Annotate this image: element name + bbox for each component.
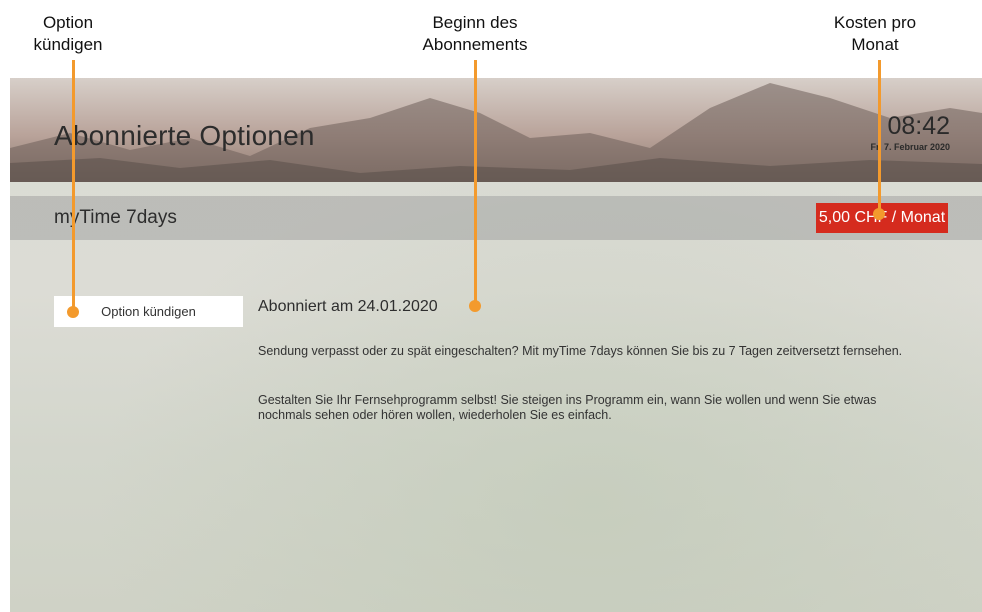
header-banner: Abonnierte Optionen 08:42 Fr, 7. Februar…	[10, 78, 982, 182]
clock-date: Fr, 7. Februar 2020	[870, 142, 950, 152]
annotation-dot-start	[469, 300, 481, 312]
cancel-option-button[interactable]: Option kündigen	[54, 296, 243, 327]
description-paragraph: Gestalten Sie Ihr Fernsehprogramm selbst…	[258, 393, 877, 422]
annotation-monthly-cost: Kosten pro Monat	[833, 13, 917, 54]
annotation-line-start	[474, 60, 477, 306]
annotation-cancel-option: Option kündigen	[33, 13, 103, 54]
subscription-row[interactable]: myTime 7days 5,00 CHF / Monat	[10, 196, 982, 240]
page-title: Abonnierte Optionen	[54, 120, 315, 151]
annotation-subscription-start: Beginn des Abonnements	[422, 13, 528, 54]
annotation-line-cancel	[72, 60, 75, 312]
annotation-dot-cancel	[67, 306, 79, 318]
annotation-line-cost	[878, 60, 881, 214]
subscription-date: Abonniert am 24.01.2020	[258, 298, 438, 315]
description-paragraph: Sendung verpasst oder zu spät eingeschal…	[258, 344, 903, 358]
tv-screen: Abonnierte Optionen 08:42 Fr, 7. Februar…	[10, 78, 982, 612]
clock-time: 08:42	[887, 112, 950, 140]
annotation-dot-cost	[873, 208, 885, 220]
